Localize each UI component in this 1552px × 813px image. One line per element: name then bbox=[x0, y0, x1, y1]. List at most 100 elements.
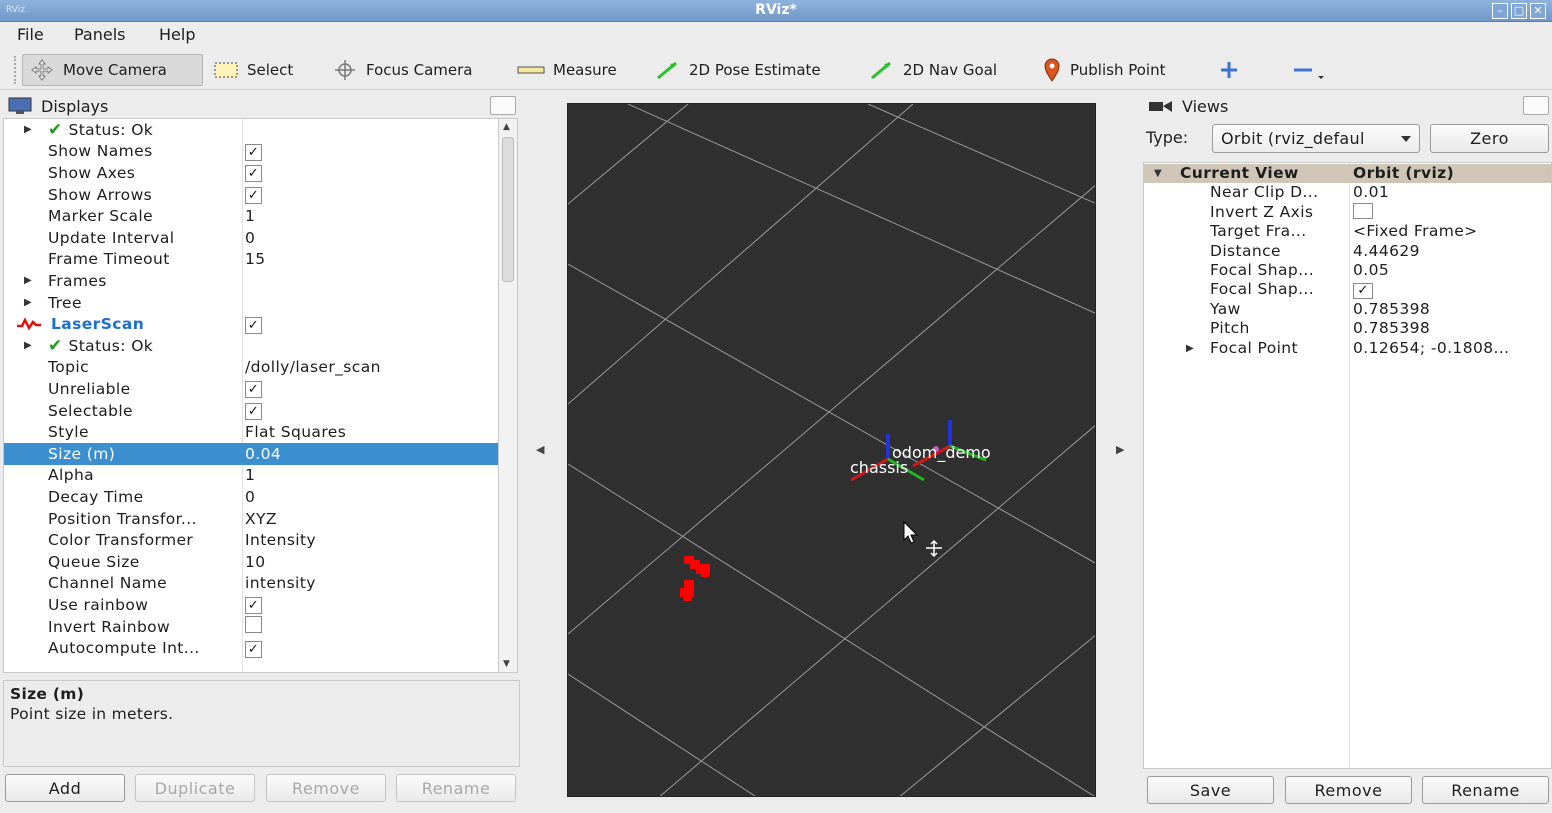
views-float-button[interactable] bbox=[1523, 96, 1549, 115]
expander-icon[interactable]: ▶ bbox=[24, 275, 32, 286]
current-view-row[interactable]: ▼ Current View Orbit (rviz) bbox=[1144, 164, 1551, 184]
display-row[interactable]: Autocompute Int... ✓ bbox=[4, 637, 498, 659]
display-row[interactable]: Frame Timeout 15 bbox=[4, 249, 498, 271]
row-value[interactable]: 1 bbox=[245, 207, 255, 225]
display-row[interactable]: Show Axes ✓ bbox=[4, 162, 498, 184]
checkbox-checked[interactable]: ✓ bbox=[1353, 282, 1373, 299]
display-row[interactable]: Queue Size 10 bbox=[4, 551, 498, 573]
display-row[interactable]: Invert Rainbow bbox=[4, 616, 498, 638]
tool-select[interactable]: Select bbox=[207, 54, 299, 86]
view-property-row[interactable]: Near Clip D... 0.01 bbox=[1144, 183, 1551, 202]
displays-tree[interactable]: ▶ ✔ Status: Ok Show Names ✓ Show Axes ✓ Show A… bbox=[3, 118, 499, 673]
display-row[interactable]: Use rainbow ✓ bbox=[4, 594, 498, 616]
minimize-button[interactable]: – bbox=[1492, 3, 1508, 19]
row-value[interactable]: Intensity bbox=[245, 531, 316, 549]
tool-move-camera[interactable]: Move Camera bbox=[22, 54, 203, 86]
collapse-left-icon[interactable]: ◀ bbox=[536, 443, 544, 456]
checkbox-checked[interactable]: ✓ bbox=[245, 597, 262, 615]
row-value[interactable]: 1 bbox=[245, 466, 255, 484]
maximize-button[interactable]: □ bbox=[1511, 3, 1527, 19]
checkbox-checked[interactable]: ✓ bbox=[245, 316, 262, 334]
display-row[interactable]: Channel Name intensity bbox=[4, 573, 498, 595]
tool-publish-point[interactable]: Publish Point bbox=[1036, 54, 1171, 86]
checkbox-checked[interactable]: ✓ bbox=[245, 640, 262, 658]
view-property-row[interactable]: Invert Z Axis bbox=[1144, 202, 1551, 223]
row-value[interactable]: 0.785398 bbox=[1353, 319, 1430, 337]
tool-measure[interactable]: Measure bbox=[511, 54, 623, 86]
display-row[interactable]: Show Arrows ✓ bbox=[4, 184, 498, 206]
display-row[interactable]: ▶ Frames bbox=[4, 270, 498, 292]
toolbar-grip[interactable] bbox=[14, 56, 18, 84]
view-property-row[interactable]: Target Fra... <Fixed Frame> bbox=[1144, 222, 1551, 241]
view-property-row[interactable]: Yaw 0.785398 bbox=[1144, 300, 1551, 319]
expander-icon[interactable]: ▶ bbox=[24, 297, 32, 308]
display-row[interactable]: Update Interval 0 bbox=[4, 227, 498, 249]
rename-view-button[interactable]: Rename bbox=[1422, 776, 1549, 804]
display-row[interactable]: Selectable ✓ bbox=[4, 400, 498, 422]
row-value[interactable]: 0.04 bbox=[245, 445, 281, 463]
checkbox-checked[interactable]: ✓ bbox=[245, 143, 262, 161]
view-property-row[interactable]: Pitch 0.785398 bbox=[1144, 319, 1551, 338]
view-property-row[interactable]: Focal Shap... ✓ bbox=[1144, 280, 1551, 299]
tool-add-button[interactable] bbox=[1212, 54, 1246, 86]
scrollbar-thumb[interactable] bbox=[502, 137, 514, 282]
checkbox-checked[interactable]: ✓ bbox=[245, 381, 262, 399]
display-row[interactable]: ▶ Tree bbox=[4, 292, 498, 314]
row-value[interactable]: intensity bbox=[245, 574, 316, 592]
row-value[interactable]: 0.05 bbox=[1353, 261, 1389, 279]
row-checkbox[interactable]: ✓ bbox=[245, 595, 262, 615]
duplicate-display-button[interactable]: Duplicate bbox=[135, 774, 255, 802]
tool-focus-camera[interactable]: Focus Camera bbox=[326, 54, 478, 86]
row-checkbox[interactable]: ✓ bbox=[1353, 280, 1373, 299]
display-row[interactable]: ▶ ✔ Status: Ok bbox=[4, 335, 498, 357]
checkbox-checked[interactable]: ✓ bbox=[245, 165, 262, 183]
add-display-button[interactable]: Add bbox=[5, 774, 125, 802]
displays-float-button[interactable] bbox=[490, 96, 516, 115]
menu-panels[interactable]: Panels bbox=[74, 25, 126, 44]
tool-remove-button[interactable] bbox=[1284, 54, 1332, 86]
row-value[interactable]: 4.44629 bbox=[1353, 242, 1420, 260]
row-value[interactable]: 0 bbox=[245, 229, 255, 247]
row-checkbox[interactable]: ✓ bbox=[245, 185, 262, 205]
row-checkbox[interactable]: ✓ bbox=[245, 639, 262, 658]
row-checkbox[interactable]: ✓ bbox=[245, 315, 262, 334]
row-checkbox[interactable]: ✓ bbox=[245, 379, 262, 399]
display-row[interactable]: Alpha 1 bbox=[4, 465, 498, 487]
tool-2d-nav-goal[interactable]: 2D Nav Goal bbox=[863, 54, 1003, 86]
scroll-up-icon[interactable]: ▲ bbox=[503, 122, 510, 132]
menu-help[interactable]: Help bbox=[159, 25, 195, 44]
view-property-row[interactable]: Distance 4.44629 bbox=[1144, 242, 1551, 261]
display-row[interactable]: Decay Time 0 bbox=[4, 486, 498, 508]
remove-view-button[interactable]: Remove bbox=[1285, 776, 1412, 804]
display-row[interactable]: LaserScan ✓ bbox=[4, 313, 498, 335]
viewport-scene[interactable]: odom_demo chassis bbox=[568, 104, 1096, 797]
menu-file[interactable]: File bbox=[17, 25, 44, 44]
checkbox-unchecked[interactable] bbox=[1353, 202, 1373, 219]
displays-scrollbar[interactable]: ▲ ▼ bbox=[498, 118, 518, 673]
row-checkbox[interactable]: ✓ bbox=[245, 401, 262, 421]
display-row[interactable]: Show Names ✓ bbox=[4, 141, 498, 163]
view-property-row[interactable]: Focal Shap... 0.05 bbox=[1144, 261, 1551, 280]
close-button[interactable]: ✕ bbox=[1530, 3, 1546, 19]
remove-display-button[interactable]: Remove bbox=[266, 774, 386, 802]
display-row[interactable]: Position Transfor... XYZ bbox=[4, 508, 498, 530]
row-value[interactable]: 0 bbox=[245, 488, 255, 506]
display-row[interactable]: Color Transformer Intensity bbox=[4, 529, 498, 551]
row-value[interactable]: 0.12654; -0.1808... bbox=[1353, 339, 1509, 357]
row-value[interactable]: <Fixed Frame> bbox=[1353, 222, 1478, 240]
row-checkbox[interactable] bbox=[1353, 202, 1373, 223]
expander-down-icon[interactable]: ▼ bbox=[1154, 168, 1162, 179]
row-value[interactable]: 0.785398 bbox=[1353, 300, 1430, 318]
checkbox-checked[interactable]: ✓ bbox=[245, 187, 262, 205]
view-property-row[interactable]: ▶ Focal Point 0.12654; -0.1808... bbox=[1144, 339, 1551, 358]
rename-display-button[interactable]: Rename bbox=[396, 774, 516, 802]
save-view-button[interactable]: Save bbox=[1147, 776, 1274, 804]
collapse-right-icon[interactable]: ▶ bbox=[1116, 443, 1124, 456]
row-value[interactable]: /dolly/laser_scan bbox=[245, 358, 381, 376]
display-row[interactable]: Unreliable ✓ bbox=[4, 378, 498, 400]
row-checkbox[interactable]: ✓ bbox=[245, 163, 262, 183]
views-tree[interactable]: ▼ Current View Orbit (rviz) Near Clip D.… bbox=[1143, 162, 1552, 769]
display-row[interactable]: Style Flat Squares bbox=[4, 421, 498, 443]
expander-icon[interactable]: ▶ bbox=[1186, 343, 1194, 354]
view-type-select[interactable]: Orbit (rviz_defaul bbox=[1212, 124, 1420, 153]
